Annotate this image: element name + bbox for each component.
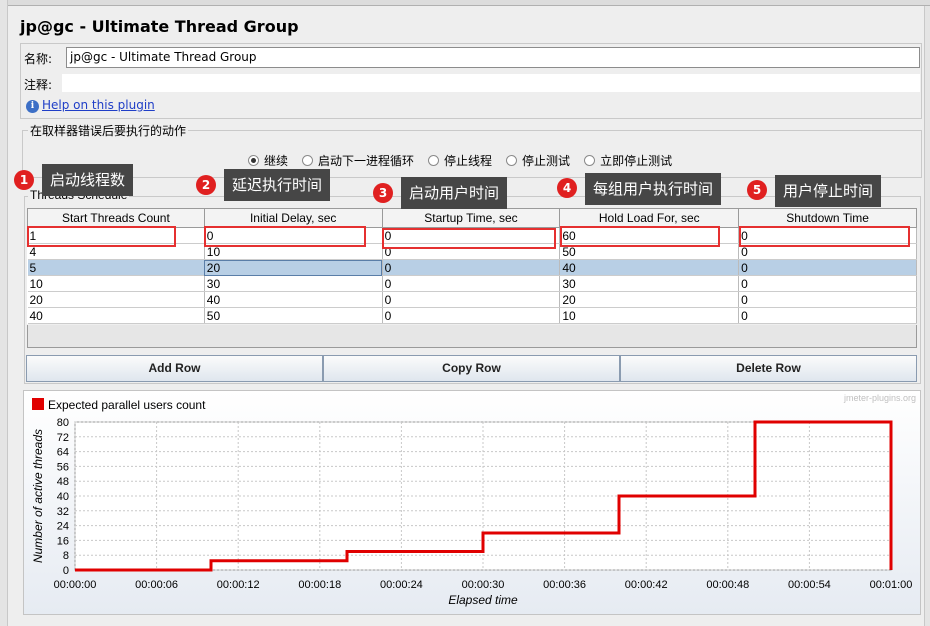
y-tick-label: 8 xyxy=(63,550,69,562)
x-tick-label: 00:00:30 xyxy=(462,579,505,591)
threads-chart: Expected parallel users count jmeter-plu… xyxy=(31,393,916,607)
y-tick-label: 72 xyxy=(57,432,69,444)
y-tick-label: 0 xyxy=(63,565,69,577)
legend-label: Expected parallel users count xyxy=(48,398,206,412)
y-tick-label: 48 xyxy=(57,476,69,488)
x-tick-label: 00:00:06 xyxy=(135,579,178,591)
x-tick-label: 00:00:12 xyxy=(217,579,260,591)
x-axis-label: Elapsed time xyxy=(448,593,518,607)
y-axis-label: Number of active threads xyxy=(31,429,45,563)
y-tick-label: 24 xyxy=(57,521,69,533)
x-tick-label: 00:00:24 xyxy=(380,579,423,591)
legend-swatch xyxy=(32,398,44,410)
x-tick-label: 00:00:48 xyxy=(706,579,749,591)
y-tick-label: 64 xyxy=(57,447,69,459)
x-tick-label: 00:00:54 xyxy=(788,579,831,591)
x-tick-label: 00:01:00 xyxy=(870,579,913,591)
watermark: jmeter-plugins.org xyxy=(843,393,916,403)
y-tick-label: 16 xyxy=(57,535,69,547)
y-tick-label: 40 xyxy=(57,491,69,503)
y-tick-label: 56 xyxy=(57,461,69,473)
x-tick-label: 00:00:42 xyxy=(625,579,668,591)
y-tick-label: 32 xyxy=(57,506,69,518)
x-tick-label: 00:00:00 xyxy=(54,579,97,591)
y-tick-label: 80 xyxy=(57,417,69,429)
x-tick-label: 00:00:18 xyxy=(298,579,341,591)
x-tick-label: 00:00:36 xyxy=(543,579,586,591)
